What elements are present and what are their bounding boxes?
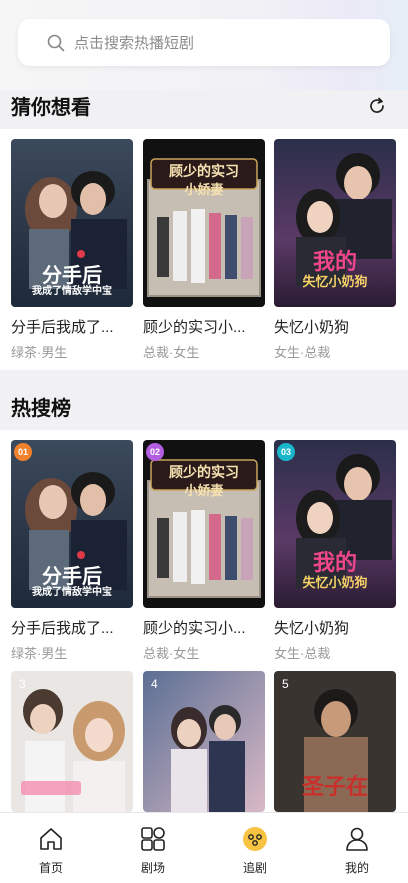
hot-panel: 01 分手后 我成了情敌学中宝 分手后我成了... 绿茶·男生 02 顾少的实习 <box>0 430 408 812</box>
hot-card-1[interactable]: 01 分手后 我成了情敌学中宝 分手后我成了... 绿茶·男生 <box>11 440 133 662</box>
guess-card-2[interactable]: 顾少的实习 小娇妻 顾少的实习小... 总裁·女生 <box>143 139 265 361</box>
home-icon <box>40 828 62 850</box>
hot-card-2[interactable]: 02 顾少的实习 小娇妻 顾少的实习小... 总裁·女生 <box>143 440 265 662</box>
guess-panel: 分手后 我成了情敌学中宝 分手后我成了... 绿茶·男生 顾少的实习 小娇妻 顾… <box>0 129 408 370</box>
poster-title: 顾少的实习 <box>169 164 239 180</box>
search-icon <box>47 34 65 51</box>
card-tags: 绿茶·男生 <box>11 345 68 360</box>
guess-card-3[interactable]: 我的 失忆小奶狗 失忆小奶狗 女生·总裁 <box>274 139 396 361</box>
hot-card-6[interactable]: 5 圣子在 <box>274 671 396 812</box>
rank-badge: 03 <box>277 443 295 461</box>
follow-icon <box>243 827 267 851</box>
poster-image: 3 <box>11 671 133 812</box>
card-tags: 总裁·女生 <box>143 646 200 661</box>
poster-subtitle: 我成了情敌学中宝 <box>32 587 112 598</box>
guess-card-1[interactable]: 分手后 我成了情敌学中宝 分手后我成了... 绿茶·男生 <box>11 139 133 361</box>
theater-icon <box>141 827 165 851</box>
hot-card-5[interactable]: 4 <box>143 671 265 812</box>
nav-item-profile[interactable]: 我的 <box>317 813 397 883</box>
poster-image: 5 圣子在 <box>274 671 396 812</box>
nav-label: 剧场 <box>140 861 165 875</box>
card-tags: 女生·总裁 <box>274 345 331 360</box>
profile-icon <box>346 827 368 851</box>
card-title: 失忆小奶狗 <box>274 319 350 336</box>
card-title: 分手后我成了... <box>11 620 114 637</box>
rank-number: 3 <box>19 677 26 691</box>
poster-image: 我的 失忆小奶狗 <box>274 139 396 307</box>
nav-label: 追剧 <box>242 861 267 875</box>
poster-subtitle: 我成了情敌学中宝 <box>32 286 112 297</box>
nav-item-home[interactable]: 首页 <box>11 813 91 883</box>
rank-number: 4 <box>151 677 158 691</box>
refresh-icon[interactable] <box>366 95 388 117</box>
poster-title: 顾少的实习 <box>169 465 239 481</box>
section-title-hot: 热搜榜 <box>11 398 71 420</box>
hot-card-3[interactable]: 03 我的 失忆小奶狗 失忆小奶狗 女生·总裁 <box>274 440 396 662</box>
poster-image: 分手后 我成了情敌学中宝 <box>11 139 133 307</box>
card-tags: 女生·总裁 <box>274 646 331 661</box>
hot-card-4[interactable]: 3 <box>11 671 133 812</box>
card-tags: 总裁·女生 <box>143 345 200 360</box>
nav-label: 首页 <box>38 861 63 875</box>
poster-subtitle: 小娇妻 <box>184 183 224 198</box>
nav-label: 我的 <box>344 861 369 875</box>
bottom-nav: 首页 剧场 追剧 我的 <box>0 812 408 883</box>
search-placeholder: 点击搜索热播短剧 <box>74 35 195 52</box>
card-title: 失忆小奶狗 <box>274 620 350 637</box>
nav-item-theater[interactable]: 剧场 <box>113 813 193 883</box>
rank-badge: 02 <box>146 443 164 461</box>
poster-subtitle: 小娇妻 <box>184 484 224 499</box>
poster-image: 顾少的实习 小娇妻 <box>143 139 265 307</box>
search-bar[interactable]: 点击搜索热播短剧 <box>18 19 390 66</box>
nav-item-follow[interactable]: 追剧 <box>215 813 295 883</box>
rank-number: 5 <box>282 677 289 691</box>
card-title: 分手后我成了... <box>11 319 114 336</box>
poster-image: 02 顾少的实习 小娇妻 <box>143 440 265 608</box>
card-title: 顾少的实习小... <box>143 620 246 637</box>
poster-subtitle: 失忆小奶狗 <box>302 275 368 290</box>
card-title: 顾少的实习小... <box>143 319 246 336</box>
poster-image: 4 <box>143 671 265 812</box>
poster-subtitle: 失忆小奶狗 <box>302 576 368 591</box>
card-tags: 绿茶·男生 <box>11 646 68 661</box>
poster-image: 03 我的 失忆小奶狗 <box>274 440 396 608</box>
rank-badge: 01 <box>14 443 32 461</box>
poster-image: 01 分手后 我成了情敌学中宝 <box>11 440 133 608</box>
section-title-guess: 猜你想看 <box>11 97 91 119</box>
poster-title: 圣子在 <box>301 774 368 800</box>
